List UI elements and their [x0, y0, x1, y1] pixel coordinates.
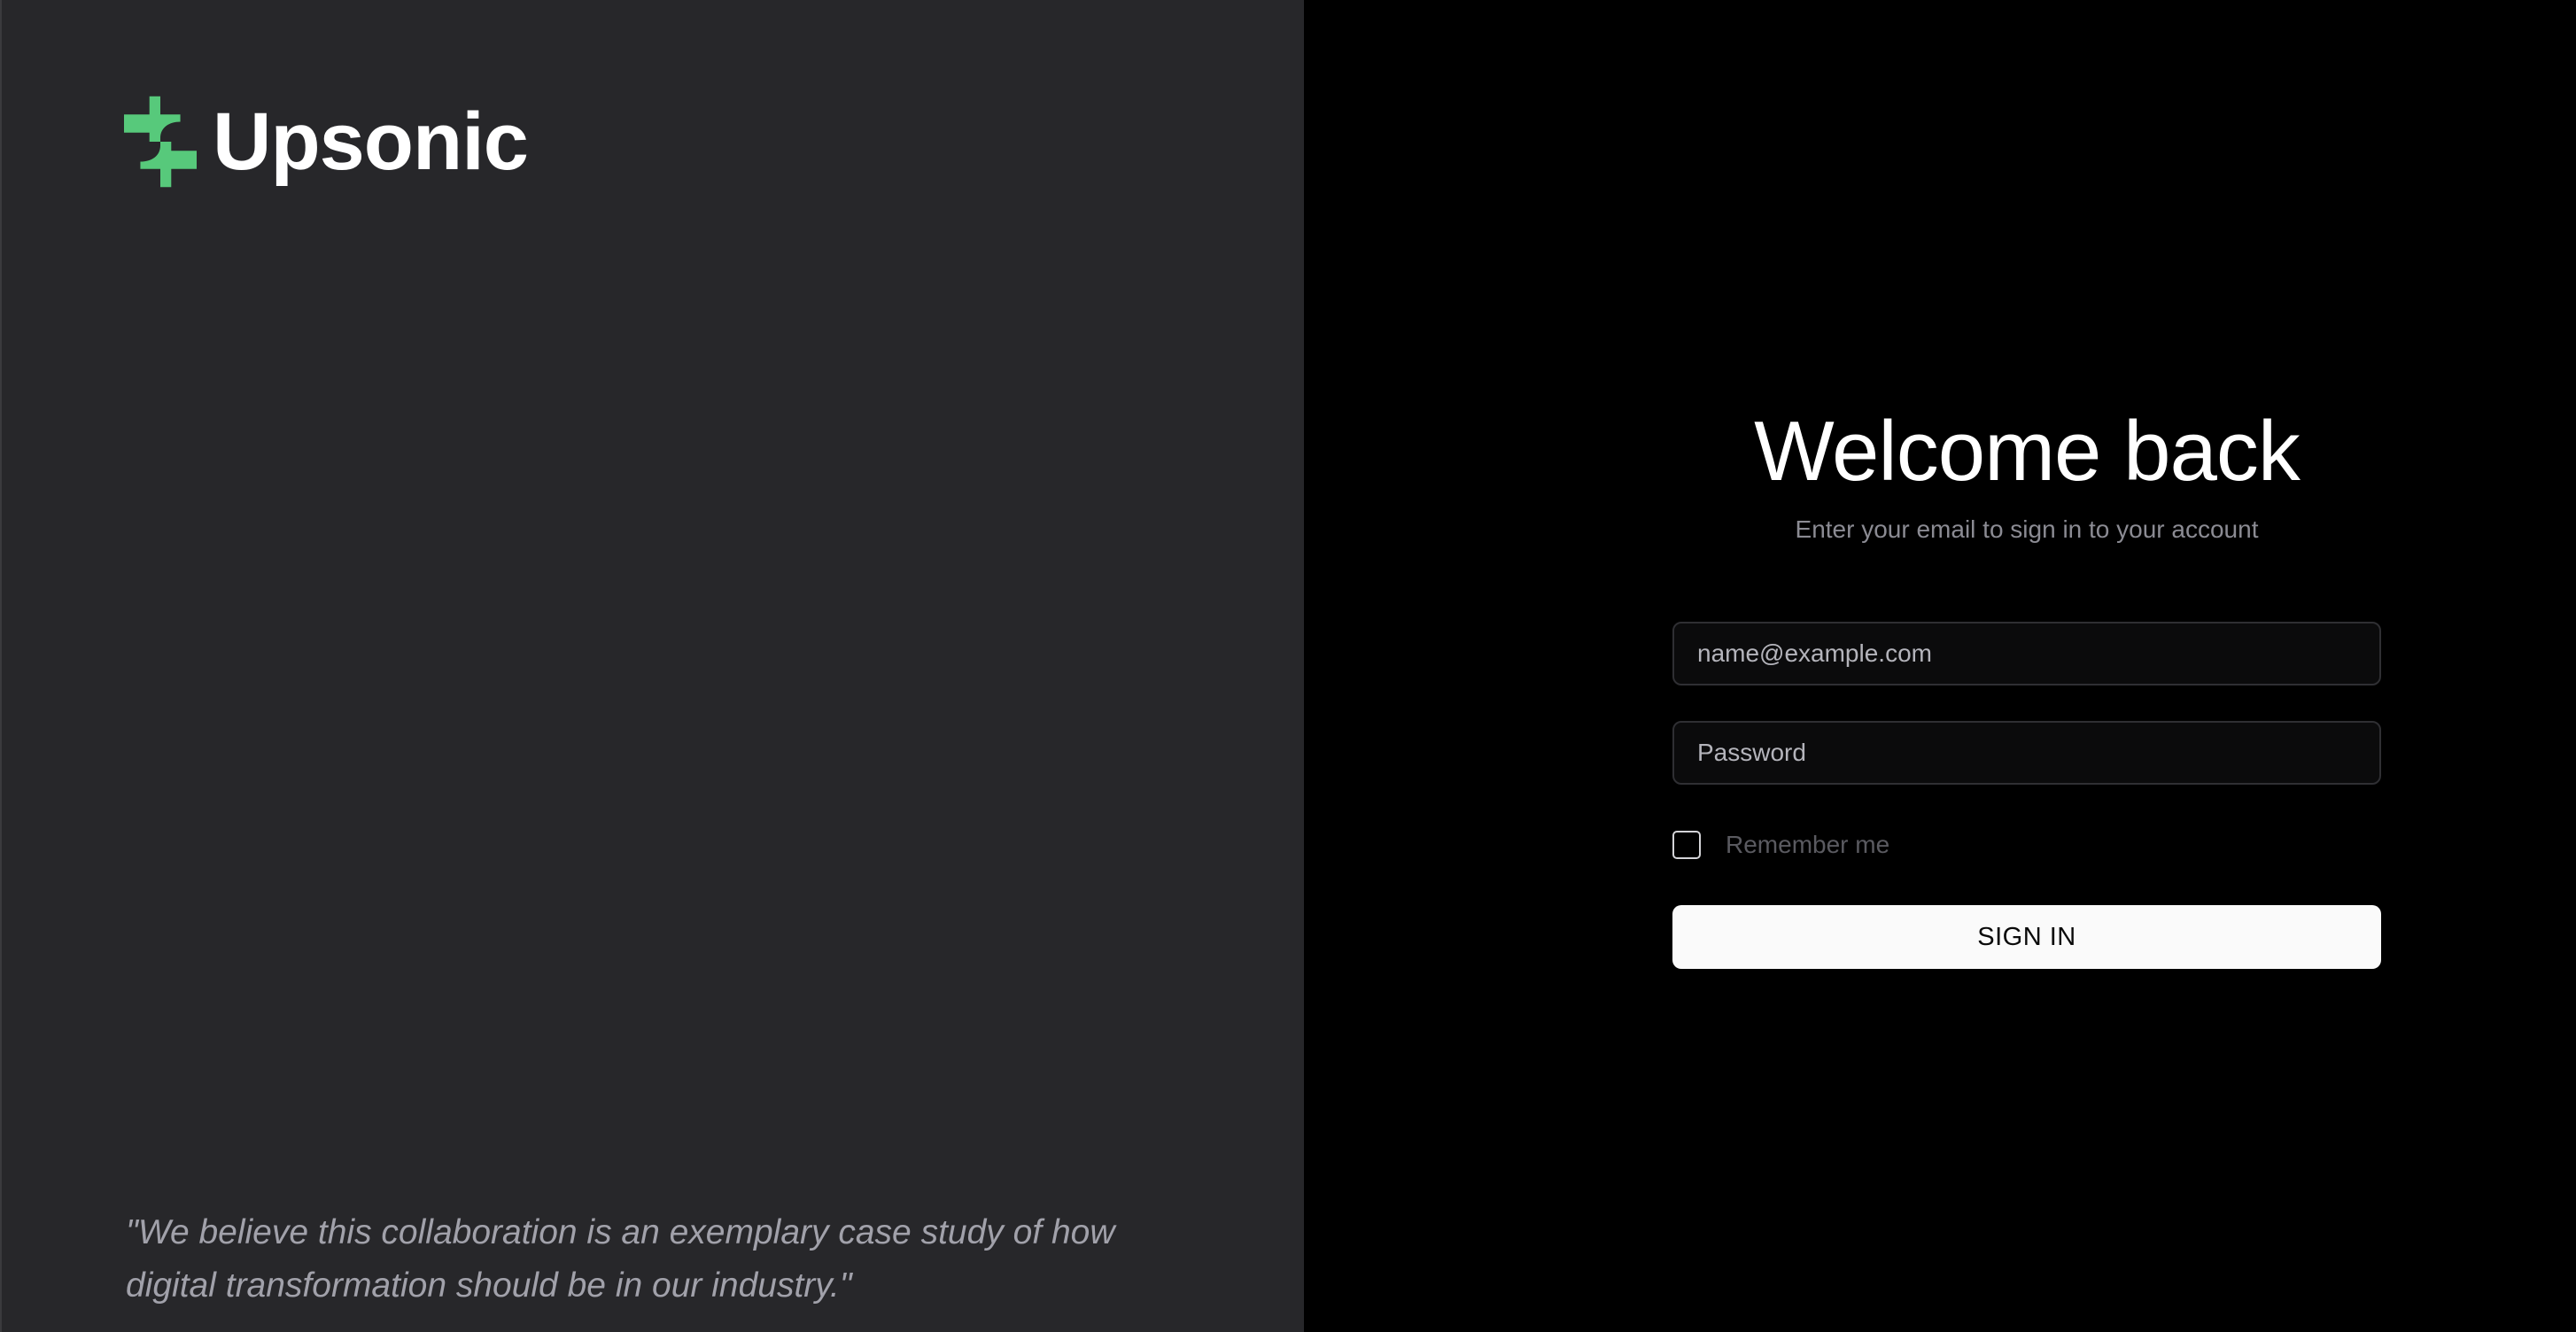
password-input[interactable]: [1672, 721, 2381, 785]
email-input[interactable]: [1672, 622, 2381, 685]
brand[interactable]: Upsonic: [124, 96, 529, 188]
sign-in-form: Welcome back Enter your email to sign in…: [1672, 399, 2381, 969]
page-subtitle: Enter your email to sign in to your acco…: [1795, 515, 2259, 543]
page-title: Welcome back: [1754, 404, 2301, 499]
remember-me-checkbox[interactable]: [1672, 831, 1701, 859]
auth-panel: Welcome back Enter your email to sign in…: [1304, 0, 2576, 1332]
brand-panel: Upsonic "We believe this collaboration i…: [0, 0, 1304, 1332]
login-page: Upsonic "We believe this collaboration i…: [0, 0, 2576, 1332]
remember-me-row: Remember me: [1672, 827, 2381, 863]
brand-name: Upsonic: [213, 97, 529, 187]
sign-in-button[interactable]: SIGN IN: [1672, 905, 2381, 969]
upsonic-logo-icon: [124, 96, 197, 188]
remember-me-label[interactable]: Remember me: [1726, 831, 1889, 859]
testimonial-quote: "We believe this collaboration is an exe…: [126, 1213, 1115, 1305]
